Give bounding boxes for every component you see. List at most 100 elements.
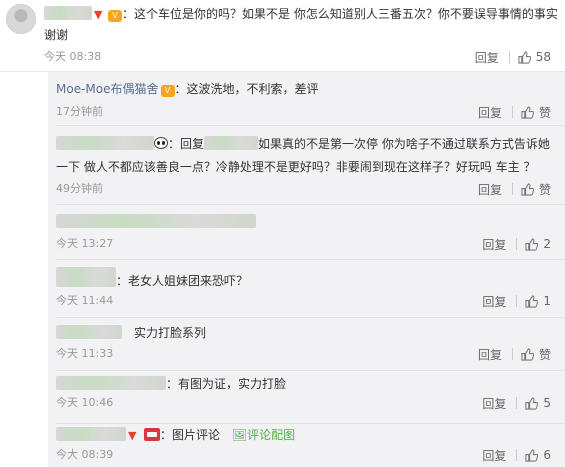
- red-vip-badge-icon: ▼: [128, 429, 137, 442]
- like-button[interactable]: 58: [518, 50, 551, 64]
- reply-line: [56, 214, 256, 230]
- like-count: 6: [543, 448, 551, 462]
- image-comment-icon: [144, 428, 160, 441]
- vip-badge-icon: V: [108, 10, 122, 22]
- main-comment-line2: 谢谢: [44, 28, 69, 42]
- reply-time: 今大 08:39: [56, 448, 114, 461]
- list-item: ：回复 如果真的不是第一次停 你为啥子不通过联系方式告诉她 一下 做人不都应该善良…: [56, 127, 565, 205]
- blurred-username[interactable]: [56, 267, 116, 287]
- divider: [511, 183, 513, 195]
- blurred-username[interactable]: [56, 376, 166, 390]
- reply-actions: 回复 5: [482, 395, 551, 411]
- list-item: 实力打脸系列 今天 11:33 回复 赞: [56, 319, 565, 371]
- like-button[interactable]: 赞: [521, 104, 551, 121]
- blurred-text: [56, 214, 256, 228]
- list-item: Moe-Moe布偶猫舍 V ：这波洗地，不利索，差评 17分钟前 回复 赞: [56, 72, 565, 126]
- blurred-username[interactable]: [56, 136, 154, 150]
- divider: [516, 449, 518, 461]
- main-comment-line1: ▼ V ：这个车位是你的吗？如果不是 你怎么知道别人三番五次？你不要误导事情的事实: [44, 6, 558, 22]
- reply-time: 今天 13:27: [56, 237, 114, 250]
- reply-line: ：老女人姐妹团来恐吓？: [56, 267, 248, 289]
- like-button[interactable]: 2: [525, 237, 551, 251]
- blurred-mention[interactable]: [204, 136, 259, 150]
- thumb-up-icon: [521, 105, 534, 119]
- reply-time: 49分钟前: [56, 182, 103, 195]
- like-button[interactable]: 1: [525, 294, 551, 308]
- divider: [516, 295, 518, 307]
- reply-line: ：有图为证，实力打脸: [56, 376, 286, 392]
- list-item: ：有图为证，实力打脸 今天 10:46 回复 5: [56, 372, 565, 424]
- thumb-up-icon: [521, 347, 534, 361]
- reply-actions: 回复 2: [482, 236, 551, 252]
- reply-actions: 回复 1: [482, 293, 551, 309]
- reply-link[interactable]: 回复: [478, 104, 502, 121]
- panda-emoji-icon: [154, 137, 168, 149]
- reply-text: ：老女人姐妹团来恐吓？: [116, 274, 249, 288]
- reply-actions: 回复 赞: [478, 181, 551, 197]
- reply-text: ：有图为证，实力打脸: [166, 377, 287, 391]
- reply-actions: 回复 赞: [478, 104, 551, 120]
- reply-time: 今天 11:33: [56, 347, 114, 360]
- main-comment-time: 今天 08:38: [44, 50, 102, 63]
- reply-actions: 回复 6: [482, 447, 551, 463]
- reply-link[interactable]: 回复: [482, 293, 506, 310]
- reply-time: 今天 10:46: [56, 396, 114, 409]
- reply-list: Moe-Moe布偶猫舍 V ：这波洗地，不利索，差评 17分钟前 回复 赞 ：回复 如…: [48, 72, 565, 467]
- reply-time: 17分钟前: [56, 105, 103, 118]
- reply-link[interactable]: 回复: [475, 49, 499, 66]
- reply-text: 实力打脸系列: [134, 326, 207, 340]
- divider: [516, 238, 518, 250]
- thumb-up-icon: [518, 50, 531, 64]
- reply-link[interactable]: 回复: [482, 395, 506, 412]
- thumb-up-icon: [525, 294, 539, 308]
- reply-text: ：图片评论: [160, 428, 221, 442]
- divider: [508, 51, 510, 63]
- reply-line: ：回复 如果真的不是第一次停 你为啥子不通过联系方式告诉她: [56, 136, 550, 152]
- avatar[interactable]: [6, 4, 36, 34]
- vip-badge-icon: V: [160, 85, 175, 97]
- like-button[interactable]: 5: [525, 396, 551, 410]
- like-button[interactable]: 赞: [521, 346, 551, 363]
- main-comment-text: ：这个车位是你的吗？如果不是 你怎么知道别人三番五次？你不要误导事情的事实: [122, 7, 558, 21]
- divider: [516, 397, 518, 409]
- like-label: 赞: [538, 182, 551, 197]
- thumb-up-icon: [525, 396, 539, 410]
- reply-actions: 回复 赞: [478, 346, 551, 362]
- thumb-up-icon: [521, 182, 534, 196]
- reply-time: 今天 11:44: [56, 294, 114, 307]
- reply-link[interactable]: 回复: [482, 447, 506, 464]
- reply-text: 如果真的不是第一次停 你为啥子不通过联系方式告诉她: [258, 137, 550, 151]
- like-button[interactable]: 6: [525, 448, 551, 462]
- like-count: 1: [543, 294, 551, 308]
- divider: [511, 348, 513, 360]
- thumb-up-icon: [525, 237, 539, 251]
- reply-text: ：这波洗地，不利索，差评: [174, 82, 319, 96]
- list-item: 今天 13:27 回复 2: [56, 206, 565, 260]
- like-count: 2: [543, 237, 551, 251]
- reply-link[interactable]: 回复: [478, 346, 502, 363]
- reply-line: 实力打脸系列: [56, 325, 206, 341]
- red-vip-badge-icon: ▼: [94, 8, 103, 21]
- blurred-username[interactable]: [56, 427, 126, 441]
- like-count: 58: [535, 50, 551, 64]
- like-label: 赞: [538, 347, 551, 362]
- reply-line: Moe-Moe布偶猫舍 V ：这波洗地，不利索，差评: [56, 81, 319, 97]
- thumb-up-icon: [525, 448, 539, 462]
- divider: [511, 106, 513, 118]
- list-item: ▼ ：图片评论 🖼评论配图 今大 08:39 回复 6: [56, 425, 565, 467]
- username[interactable]: Moe-Moe布偶猫舍: [56, 82, 159, 96]
- reply-link[interactable]: 回复: [478, 181, 502, 198]
- blurred-username[interactable]: [56, 325, 122, 339]
- image-link-icon: 🖼: [231, 428, 248, 442]
- main-comment-actions: 回复 58: [475, 49, 551, 65]
- main-comment: ▼ V ：这个车位是你的吗？如果不是 你怎么知道别人三番五次？你不要误导事情的事实 …: [0, 0, 565, 72]
- reply-line2: 一下 做人不都应该善良一点？冷静处理不是更好吗？非要闹到现在这样子？好玩吗 车主…: [56, 160, 536, 174]
- like-button[interactable]: 赞: [521, 181, 551, 198]
- comment-image-link[interactable]: 评论配图: [247, 428, 295, 442]
- reply-prefix: ：回复: [168, 137, 205, 151]
- reply-link[interactable]: 回复: [482, 236, 506, 253]
- like-count: 5: [543, 396, 551, 410]
- like-label: 赞: [538, 105, 551, 120]
- blurred-username[interactable]: [44, 6, 92, 20]
- list-item: ：老女人姐妹团来恐吓？ 今天 11:44 回复 1: [56, 261, 565, 318]
